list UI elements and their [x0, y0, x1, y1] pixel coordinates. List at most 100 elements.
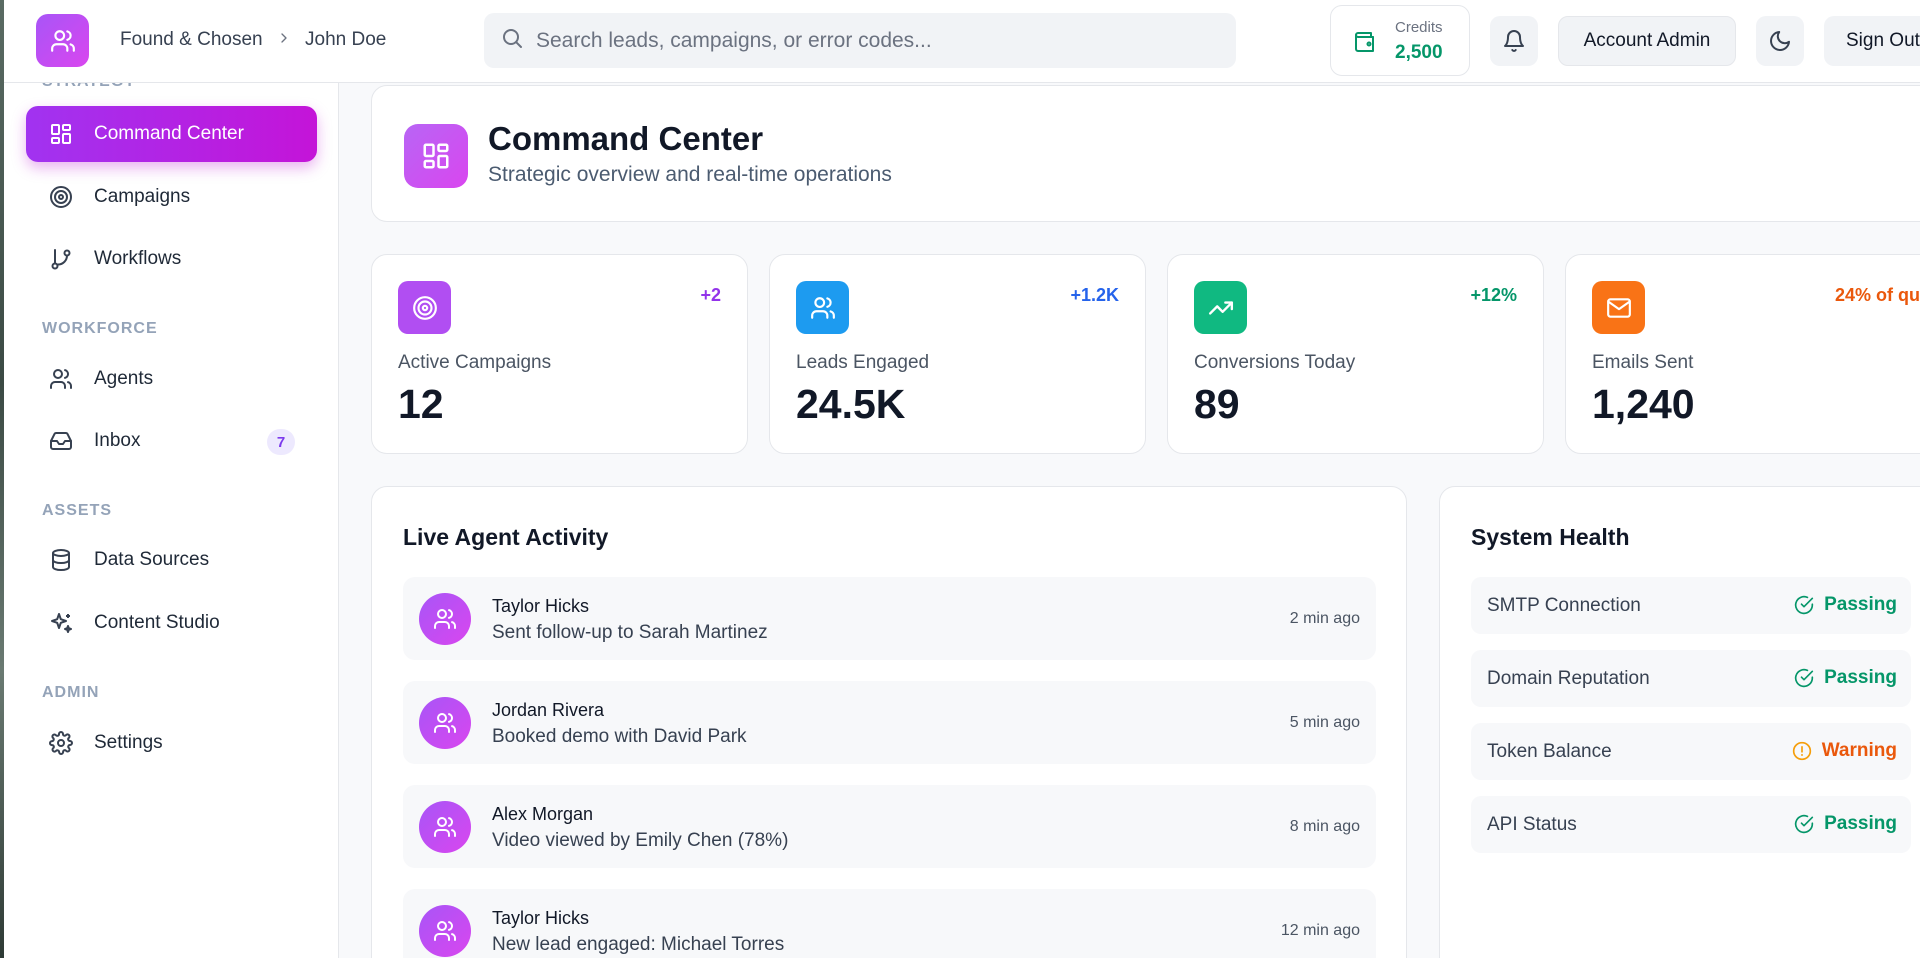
activity-description: Video viewed by Emily Chen (78%) — [492, 830, 789, 851]
stat-label: Conversions Today — [1194, 352, 1356, 373]
breadcrumb-user[interactable]: John Doe — [305, 29, 386, 51]
bell-icon — [1504, 30, 1524, 52]
stat-value: 24.5K — [796, 381, 906, 427]
alert-circle-icon — [1792, 741, 1812, 761]
system-health-panel: System Health SMTP Connection Passing Do… — [1439, 486, 1920, 958]
sign-out-button[interactable]: Sign Out — [1824, 16, 1920, 66]
status-text: Warning — [1821, 740, 1897, 761]
sparkles-icon — [48, 610, 74, 636]
agent-name: Alex Morgan — [492, 804, 594, 824]
credits-label: Credits — [1395, 19, 1443, 36]
list-item[interactable]: Taylor Hicks New lead engaged: Michael T… — [403, 889, 1376, 958]
gear-icon — [48, 730, 74, 756]
sidebar-item-agents[interactable]: Agents — [26, 351, 317, 407]
sidebar-item-workflows[interactable]: Workflows — [26, 231, 317, 287]
stat-label: Leads Engaged — [796, 352, 930, 373]
inbox-icon — [48, 428, 74, 454]
database-icon — [48, 547, 74, 573]
agent-name: Taylor Hicks — [492, 908, 590, 928]
sidebar-item-label: Agents — [94, 368, 154, 389]
users-icon — [434, 713, 456, 733]
sidebar-item-campaigns[interactable]: Campaigns — [26, 169, 317, 225]
chevron-right-icon — [276, 30, 292, 51]
agent-name: Jordan Rivera — [492, 700, 605, 720]
sidebar-item-command-center[interactable]: Command Center — [26, 106, 317, 162]
avatar — [419, 801, 471, 853]
check-circle-icon — [1794, 668, 1814, 688]
list-item[interactable]: Alex Morgan Video viewed by Emily Chen (… — [403, 785, 1376, 868]
sidebar-item-settings[interactable]: Settings — [26, 715, 317, 771]
check-circle-icon — [1794, 814, 1814, 834]
page-header: Command Center Strategic overview and re… — [371, 85, 1920, 222]
status-badge: Passing — [1794, 594, 1897, 616]
stat-value: 12 — [398, 381, 444, 427]
health-row-smtp[interactable]: SMTP Connection Passing — [1471, 577, 1911, 634]
check-circle-icon — [1794, 595, 1814, 615]
search-bar[interactable] — [484, 13, 1236, 68]
stat-card-emails-sent[interactable]: 24% of quota Emails Sent 1,240 — [1565, 254, 1920, 454]
users-icon — [796, 281, 849, 334]
users-icon — [48, 366, 74, 392]
users-icon — [434, 921, 456, 941]
sidebar-item-label: Command Center — [94, 123, 244, 144]
brand-logo[interactable] — [36, 14, 89, 67]
account-admin-button[interactable]: Account Admin — [1558, 16, 1736, 66]
status-text: Passing — [1824, 667, 1897, 688]
avatar — [419, 905, 471, 957]
dashboard-icon — [48, 121, 74, 147]
stat-delta: 24% of quota — [1834, 285, 1920, 305]
users-icon — [50, 29, 75, 52]
search-input[interactable] — [536, 28, 1196, 53]
stat-card-leads-engaged[interactable]: +1.2K Leads Engaged 24.5K — [769, 254, 1146, 454]
credits-widget[interactable]: Credits 2,500 — [1330, 5, 1470, 76]
git-branch-icon — [48, 246, 74, 272]
sidebar-item-data-sources[interactable]: Data Sources — [26, 532, 317, 588]
users-icon — [434, 817, 456, 837]
window-edge — [0, 0, 4, 958]
stat-card-conversions-today[interactable]: +12% Conversions Today 89 — [1167, 254, 1544, 454]
credits-value: 2,500 — [1395, 42, 1443, 63]
health-row-domain-reputation[interactable]: Domain Reputation Passing — [1471, 650, 1911, 707]
activity-time: 2 min ago — [1289, 610, 1360, 627]
health-check-name: Domain Reputation — [1487, 668, 1650, 689]
activity-time: 8 min ago — [1289, 818, 1360, 835]
theme-toggle-button[interactable] — [1756, 16, 1804, 66]
sidebar-item-content-studio[interactable]: Content Studio — [26, 595, 317, 651]
sidebar-item-label: Inbox — [94, 430, 141, 451]
top-bar: Found & Chosen John Doe Credits 2,500 Ac… — [0, 0, 1920, 83]
page-title: Command Center — [488, 120, 764, 157]
stat-delta: +2 — [700, 285, 721, 305]
sidebar-item-inbox[interactable]: Inbox 7 — [26, 413, 317, 469]
target-icon — [398, 281, 451, 334]
list-item[interactable]: Jordan Rivera Booked demo with David Par… — [403, 681, 1376, 764]
health-check-name: Token Balance — [1487, 741, 1612, 762]
sidebar-item-label: Workflows — [94, 248, 182, 269]
health-row-api-status[interactable]: API Status Passing — [1471, 796, 1911, 853]
stat-value: 89 — [1194, 381, 1240, 427]
section-label-admin: ADMIN — [42, 684, 100, 701]
health-check-name: SMTP Connection — [1487, 595, 1641, 616]
mail-icon — [1592, 281, 1645, 334]
notifications-button[interactable] — [1490, 16, 1538, 66]
stat-label: Emails Sent — [1592, 352, 1694, 373]
activity-time: 12 min ago — [1280, 922, 1360, 939]
status-badge: Warning — [1792, 740, 1897, 762]
live-agent-activity-panel: Live Agent Activity Taylor Hicks Sent fo… — [371, 486, 1407, 958]
agent-name: Taylor Hicks — [492, 596, 590, 616]
stat-card-active-campaigns[interactable]: +2 Active Campaigns 12 — [371, 254, 748, 454]
status-badge: Passing — [1794, 667, 1897, 689]
page-subtitle: Strategic overview and real-time operati… — [488, 163, 892, 186]
list-item[interactable]: Taylor Hicks Sent follow-up to Sarah Mar… — [403, 577, 1376, 660]
inbox-count-badge: 7 — [267, 429, 295, 455]
stat-label: Active Campaigns — [398, 352, 552, 373]
wallet-icon — [1353, 30, 1377, 59]
breadcrumb-org[interactable]: Found & Chosen — [120, 29, 263, 51]
panel-title: System Health — [1471, 524, 1630, 550]
section-label-workforce: WORKFORCE — [42, 320, 158, 337]
activity-description: Booked demo with David Park — [492, 726, 747, 747]
sidebar: STRATEGY Command Center Campaigns Workfl… — [4, 73, 339, 958]
health-row-token-balance[interactable]: Token Balance Warning — [1471, 723, 1911, 780]
moon-icon — [1770, 31, 1790, 51]
sidebar-item-label: Content Studio — [94, 612, 220, 633]
activity-description: New lead engaged: Michael Torres — [492, 934, 785, 955]
